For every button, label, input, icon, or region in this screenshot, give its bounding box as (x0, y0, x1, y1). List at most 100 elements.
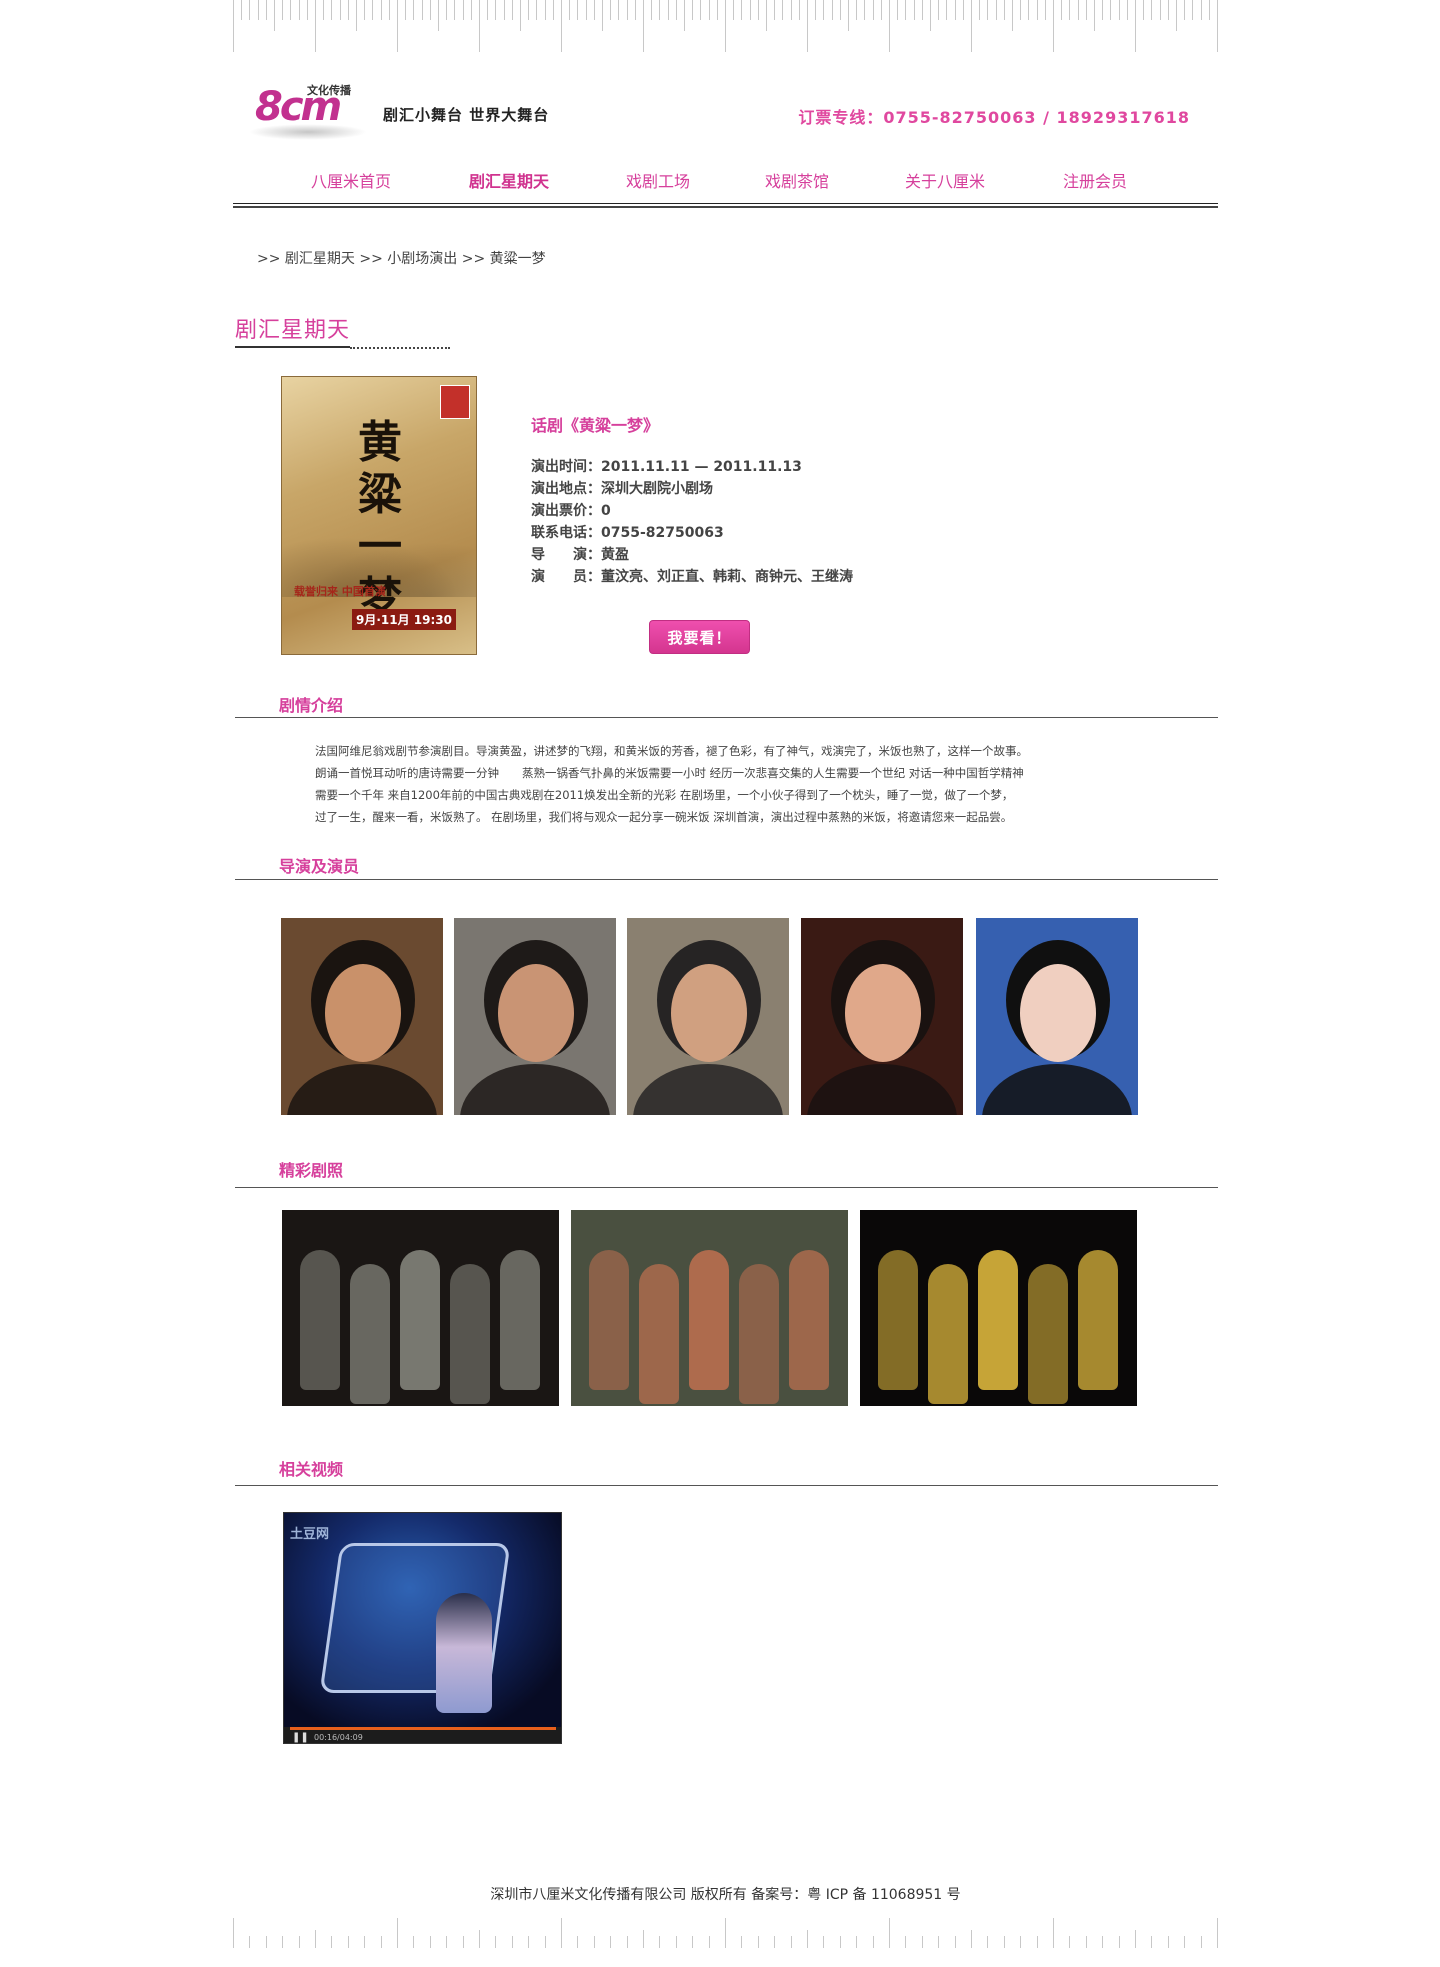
synopsis-line: 朗诵一首悦耳动听的唐诗需要一分钟 蒸熟一锅香气扑鼻的米饭需要一小时 经历一次悲喜… (315, 766, 1024, 780)
portrait-body (982, 1064, 1132, 1115)
page: 8cm 文化传播 剧汇小舞台 世界大舞台 订票专线：0755-82750063 … (233, 0, 1218, 1967)
ruler-tick (356, 0, 357, 32)
ruler-tick (503, 0, 505, 20)
ruler-tick (257, 0, 259, 20)
cast-photo[interactable] (976, 918, 1138, 1115)
ruler-tick (249, 1936, 251, 1948)
show-poster[interactable]: 黄粱一梦 载誉归来 中国首演 9月·11月 19:30 (281, 376, 477, 655)
nav-item-teahouse[interactable]: 戏剧茶馆 (765, 168, 829, 192)
nav-item-register[interactable]: 注册会员 (1063, 168, 1127, 192)
main-nav: 八厘米首页 剧汇星期天 戏剧工场 戏剧茶馆 关于八厘米 注册会员 (233, 160, 1218, 206)
nav-item-home[interactable]: 八厘米首页 (311, 168, 391, 192)
ruler-tick (1184, 0, 1186, 20)
breadcrumb-item-small-theatre[interactable]: 小剧场演出 (387, 251, 457, 267)
nav-item-sunday[interactable]: 剧汇星期天 (469, 168, 549, 192)
logo[interactable]: 8cm 文化传播 (245, 78, 375, 140)
synopsis-line: 法国阿维尼翁戏剧节参演剧目。导演黄盈，讲述梦的飞翔，和黄米饭的芳香，褪了色彩，有… (315, 744, 1028, 758)
video-watermark: 土豆网 (290, 1527, 330, 1542)
poster-badge (440, 385, 470, 419)
actor-figure (500, 1250, 540, 1390)
ruler-tick (306, 0, 308, 20)
ruler-tick (971, 1930, 972, 1948)
ruler-tick (585, 0, 587, 20)
ruler-tick (839, 0, 841, 20)
ruler-tick (757, 1936, 759, 1948)
ruler-tick (233, 1918, 234, 1948)
cast-photo[interactable] (801, 918, 963, 1115)
ruler-tick (331, 1936, 333, 1948)
ruler-decoration-top (233, 0, 1218, 52)
ruler-tick (347, 0, 349, 20)
ruler-tick (667, 0, 669, 20)
ruler-tick (1003, 1936, 1005, 1948)
nav-item-workshop[interactable]: 戏剧工场 (626, 168, 690, 192)
ruler-tick (766, 0, 767, 32)
nav-item-about[interactable]: 关于八厘米 (905, 168, 985, 192)
show-director: 导 演：黄盈 (531, 547, 629, 563)
pause-icon[interactable]: ❚❚ (292, 1732, 309, 1743)
video-title: 相关视频 (279, 1460, 344, 1479)
actor-figure (350, 1264, 390, 1404)
ruler-tick (331, 0, 333, 20)
ruler-tick (265, 1936, 267, 1948)
ruler-tick (626, 0, 628, 20)
ruler-tick (692, 1936, 694, 1948)
ruler-tick (1061, 0, 1063, 20)
ruler-tick (790, 1936, 792, 1948)
ruler-tick (774, 0, 776, 20)
cast-photo[interactable] (627, 918, 789, 1115)
ruler-tick (1135, 0, 1136, 52)
ruler-tick (823, 0, 825, 20)
actor-figure (789, 1250, 829, 1390)
ruler-tick (413, 1936, 415, 1948)
ruler-tick (298, 1936, 300, 1948)
ruler-tick (856, 0, 858, 20)
ruler-tick (815, 0, 817, 20)
ruler-tick (1167, 1936, 1169, 1948)
ruler-tick (233, 0, 234, 52)
ruler-tick (880, 0, 882, 20)
actor-figure (978, 1250, 1018, 1390)
stage-photo[interactable] (860, 1210, 1137, 1406)
ruler-tick (889, 0, 890, 52)
ruler-tick (626, 1936, 628, 1948)
synopsis-line: 需要一个千年 来自1200年前的中国古典戏剧在2011焕发出全新的光彩 在剧场里… (315, 788, 1014, 802)
stills-divider (235, 1187, 1218, 1188)
ruler-tick (561, 1918, 562, 1948)
video-divider (235, 1485, 1218, 1486)
video-player[interactable]: 土豆网 ❚❚ 00:16/04:09 (283, 1512, 562, 1744)
stage-photo[interactable] (282, 1210, 559, 1406)
poster-date: 9月·11月 19:30 (352, 609, 456, 630)
ruler-tick (757, 0, 759, 20)
stage-photo[interactable] (571, 1210, 848, 1406)
portrait-body (807, 1064, 957, 1115)
ruler-tick (470, 0, 472, 20)
ruler-tick (659, 0, 661, 20)
cast-photo[interactable] (281, 918, 443, 1115)
section-title: 剧汇星期天 (235, 318, 351, 343)
ruler-tick (610, 1936, 612, 1948)
show-info: 话剧《黄粱一梦》 演出时间：2011.11.11 — 2011.11.13 演出… (531, 412, 853, 588)
ruler-tick (798, 0, 800, 20)
want-to-watch-button[interactable]: 我要看！ (649, 620, 750, 654)
ruler-tick (438, 0, 439, 32)
ruler-tick (971, 0, 972, 52)
ruler-tick (618, 0, 620, 20)
ruler-tick (954, 1936, 956, 1948)
ruler-tick (856, 1936, 858, 1948)
synopsis-text: 法国阿维尼翁戏剧节参演剧目。导演黄盈，讲述梦的飞翔，和黄米饭的芳香，褪了色彩，有… (315, 740, 1115, 828)
ruler-tick (1217, 0, 1218, 52)
ruler-tick (274, 0, 275, 32)
ruler-tick (315, 1930, 316, 1948)
breadcrumb-item-sunday[interactable]: 剧汇星期天 (285, 251, 355, 267)
section-title-dots (350, 347, 450, 349)
ruler-tick (839, 1936, 841, 1948)
ruler-tick (388, 0, 390, 20)
portrait-face (498, 964, 574, 1062)
cast-photo[interactable] (454, 918, 616, 1115)
video-progress-bar[interactable] (290, 1727, 556, 1730)
ruler-tick (1044, 0, 1046, 20)
ruler-tick (561, 0, 562, 52)
ruler-tick (1102, 0, 1104, 20)
ruler-tick (864, 0, 866, 20)
